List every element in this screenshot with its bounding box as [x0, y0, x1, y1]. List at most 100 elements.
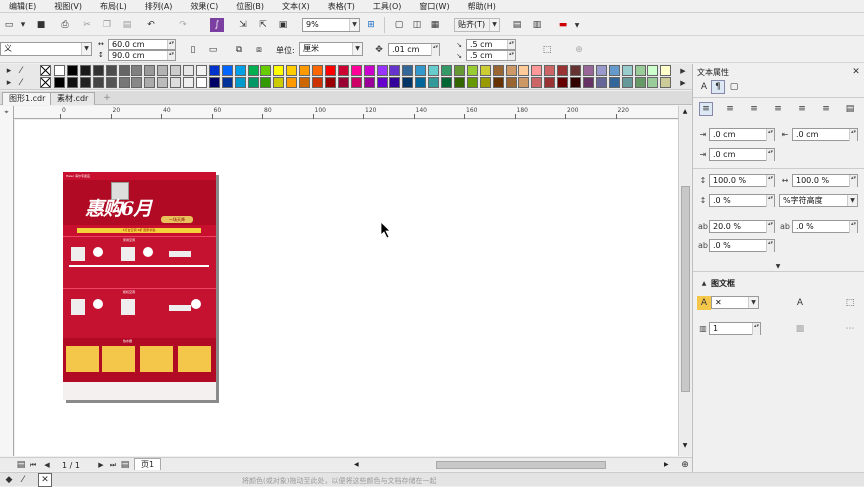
panel-close-icon[interactable]: ✕ [849, 65, 863, 79]
cut-icon[interactable]: ✂ [80, 18, 94, 32]
color-swatch[interactable] [363, 65, 375, 76]
page-height-field[interactable]: 90.0 cm ▴▾ [108, 50, 176, 61]
portrait-icon[interactable]: ▯ [186, 43, 200, 57]
color-swatch[interactable] [492, 65, 504, 76]
scroll-left-icon[interactable]: ◀ [354, 461, 360, 469]
color-swatch[interactable] [479, 65, 491, 76]
color-swatch[interactable] [221, 77, 233, 88]
align-none-icon[interactable]: ≡ [699, 102, 713, 116]
color-swatch[interactable] [286, 65, 298, 76]
color-swatch[interactable] [350, 65, 362, 76]
color-swatch[interactable] [118, 65, 130, 76]
color-swatch[interactable] [170, 65, 182, 76]
align-left-icon[interactable]: ≡ [723, 102, 737, 116]
frame-fit-icon[interactable]: ⬚ [843, 296, 857, 310]
previous-page-icon[interactable]: ◀ [40, 458, 54, 472]
column-settings-icon[interactable]: ▩ [793, 322, 807, 336]
color-swatch[interactable] [415, 77, 427, 88]
color-swatch[interactable] [247, 65, 259, 76]
color-swatch[interactable] [570, 65, 581, 76]
color-swatch[interactable] [376, 65, 388, 76]
align-force-icon[interactable]: ≡ [819, 102, 833, 116]
color-swatch[interactable] [183, 65, 194, 76]
align-justify-icon[interactable]: ≡ [795, 102, 809, 116]
menu-item[interactable]: 视图(V) [45, 1, 91, 12]
horizontal-scrollbar-thumb[interactable] [436, 461, 606, 469]
color-swatch[interactable] [518, 77, 530, 88]
first-line-indent-field[interactable]: .0 cm ▴▾ [709, 128, 775, 141]
color-swatch[interactable] [531, 65, 543, 76]
zoom-navigator-icon[interactable]: ⊕ [678, 458, 692, 472]
color-swatch[interactable] [441, 65, 452, 76]
color-swatch[interactable] [286, 77, 298, 88]
color-swatch[interactable] [195, 77, 207, 88]
duplicate-distance-x-field[interactable]: .5 cm ▴▾ [466, 39, 516, 50]
frame-text-icon[interactable]: A [793, 296, 807, 310]
new-document-icon[interactable]: ▭ [2, 18, 16, 32]
color-swatch[interactable] [54, 77, 65, 88]
color-swatch[interactable] [544, 77, 556, 88]
vertical-ruler[interactable]: ⌖ [0, 106, 14, 456]
paste-icon[interactable]: ▤ [120, 18, 134, 32]
options-icon[interactable]: ▤ [510, 18, 524, 32]
before-paragraph-field[interactable]: .0 % ▴▾ [709, 194, 775, 207]
color-swatch[interactable] [144, 65, 156, 76]
color-swatch[interactable] [608, 77, 620, 88]
units-combo[interactable]: 厘米 ▼ [299, 42, 363, 56]
char-spacing-field[interactable]: 100.0 % ▴▾ [709, 174, 775, 187]
color-swatch[interactable] [273, 65, 285, 76]
color-swatch[interactable] [324, 77, 336, 88]
color-swatch[interactable] [260, 65, 272, 76]
color-swatch[interactable] [557, 65, 569, 76]
zoom-icon[interactable]: ⊞ [364, 18, 378, 32]
menu-item[interactable]: 文本(X) [273, 1, 319, 12]
menu-item[interactable]: 排列(A) [136, 1, 182, 12]
scroll-down-icon[interactable]: ▼ [680, 442, 690, 452]
add-preset-icon[interactable]: ⊕ [572, 43, 586, 57]
color-swatch[interactable] [428, 77, 440, 88]
color-swatch[interactable] [105, 77, 117, 88]
frame-fill-color-combo[interactable]: ✕ ▼ [711, 296, 759, 309]
open-folder-icon[interactable]: ▾ [16, 18, 30, 32]
color-swatch[interactable] [157, 65, 169, 76]
color-swatch[interactable] [324, 65, 336, 76]
character-tab-icon[interactable]: A [697, 80, 711, 94]
right-indent-field[interactable]: .0 cm ▴▾ [792, 128, 858, 141]
color-swatch[interactable] [234, 77, 246, 88]
line-spacing-unit-combo[interactable]: %字符高度 ▼ [779, 194, 858, 207]
tab-document-2[interactable]: 素材.cdr [50, 92, 96, 105]
color-swatch[interactable] [505, 65, 517, 76]
color-swatch[interactable] [79, 65, 91, 76]
color-swatch[interactable] [647, 77, 659, 88]
color-swatch[interactable] [544, 65, 556, 76]
eyedropper-icon[interactable]: ⁄ [16, 473, 30, 487]
color-swatch[interactable] [363, 77, 375, 88]
color-swatch[interactable] [170, 77, 182, 88]
menu-item[interactable]: 效果(C) [181, 1, 227, 12]
color-swatch[interactable] [105, 65, 117, 76]
color-swatch[interactable] [234, 65, 246, 76]
color-swatch[interactable] [337, 77, 349, 88]
color-swatch[interactable] [299, 77, 311, 88]
color-swatch[interactable] [79, 77, 91, 88]
color-swatch[interactable] [92, 77, 104, 88]
menu-item[interactable]: 表格(T) [319, 1, 364, 12]
chevron-down-icon[interactable]: ▼ [570, 18, 584, 32]
color-swatch[interactable] [582, 77, 594, 88]
color-swatch[interactable] [621, 77, 633, 88]
rulers-icon[interactable]: ◫ [410, 18, 424, 32]
line-spacing-field[interactable]: .0 % ▴▾ [709, 239, 775, 252]
add-page-icon[interactable]: ▤ [118, 458, 132, 472]
paragraph-tab-icon[interactable]: ¶ [711, 80, 725, 94]
tab-page-1[interactable]: 页1 [134, 458, 162, 470]
color-swatch[interactable] [260, 77, 272, 88]
character-spacing-field[interactable]: .0 % ▴▾ [792, 220, 858, 233]
color-swatch[interactable] [518, 65, 530, 76]
color-swatch[interactable] [531, 77, 543, 88]
ruler-origin-icon[interactable]: ⌖ [0, 106, 13, 119]
align-right-icon[interactable]: ≡ [771, 102, 785, 116]
tab-document-1[interactable]: 图形1.cdr [2, 92, 53, 105]
color-swatch[interactable] [402, 77, 414, 88]
application-launcher-icon[interactable]: ▥ [530, 18, 544, 32]
scroll-up-icon[interactable]: ▲ [680, 108, 690, 118]
